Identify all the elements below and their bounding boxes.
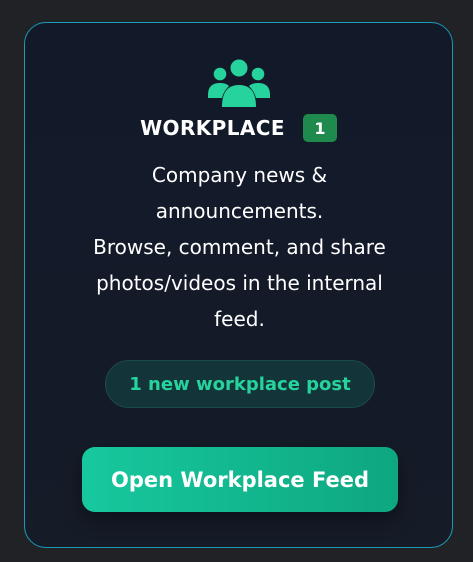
workplace-card: WORKPLACE 1 Company news & announcements…	[24, 22, 453, 548]
description-line: Browse, comment, and share	[93, 235, 386, 259]
new-post-status-pill: 1 new workplace post	[105, 360, 375, 408]
title-row: WORKPLACE 1	[25, 113, 452, 143]
description-line: Company news &	[151, 163, 328, 187]
open-workplace-feed-button[interactable]: Open Workplace Feed	[82, 447, 398, 512]
count-badge: 1	[302, 114, 337, 142]
description-line: announcements.	[155, 199, 324, 223]
card-title: WORKPLACE	[140, 116, 285, 140]
card-description: Company news & announcements. Browse, co…	[61, 157, 418, 337]
description-line: photos/videos in the internal	[96, 271, 383, 295]
description-line: feed.	[214, 307, 265, 331]
users-group-icon	[207, 57, 271, 109]
